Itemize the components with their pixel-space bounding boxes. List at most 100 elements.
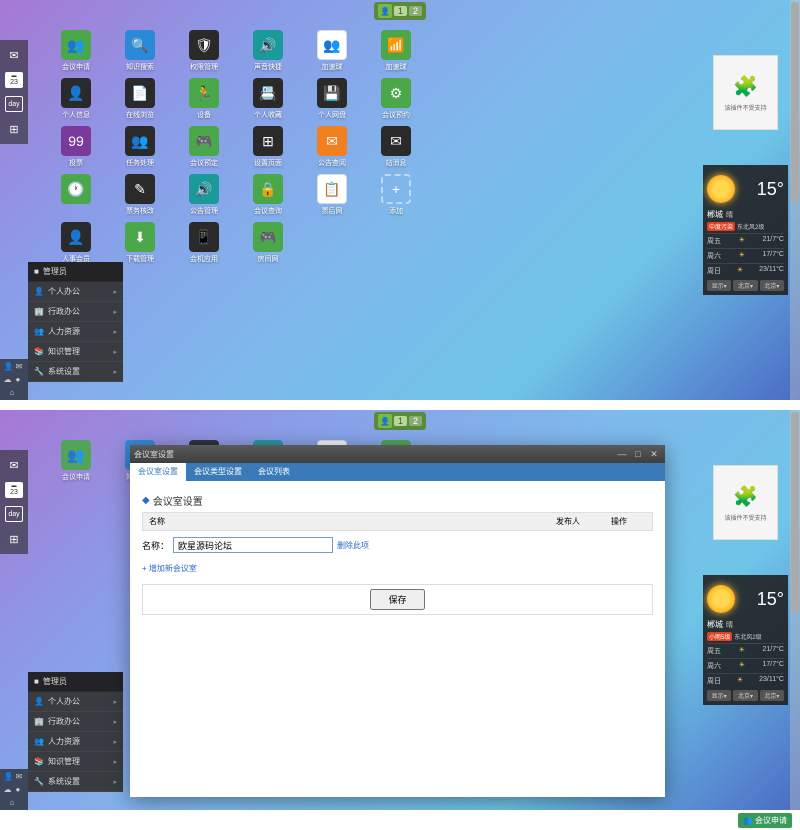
app-item[interactable]: 📶加速球 (370, 30, 422, 72)
mail-icon[interactable]: ✉ (5, 456, 23, 474)
add-room-link[interactable]: + 增加新会议室 (142, 559, 653, 578)
mail-mini-icon[interactable]: ✉ (16, 772, 25, 781)
app-item[interactable]: ✉公告查阅 (306, 126, 358, 168)
app-item[interactable]: 👥会议申请 (50, 440, 102, 482)
tab-meeting-list[interactable]: 会议列表 (250, 463, 298, 481)
tab-room-settings[interactable]: 会议室设置 (130, 463, 186, 481)
chevron-right-icon: ▸ (113, 718, 117, 726)
app-item[interactable]: 🎮房间网 (242, 222, 294, 264)
pager-page-2[interactable]: 2 (409, 6, 422, 16)
grid-add-icon[interactable]: ⊞ (5, 120, 23, 138)
app-item[interactable]: 📇个人收藏 (242, 78, 294, 120)
app-item[interactable]: 🔍 知识搜索 (114, 30, 166, 72)
pager-icon[interactable]: 👤 (378, 4, 392, 18)
app-item[interactable]: ⬇下载管理 (114, 222, 166, 264)
menu-header[interactable]: ■管理员 (28, 672, 123, 692)
user-mini-icon[interactable]: 👤 (4, 772, 13, 781)
menu-item[interactable]: 🏢行政办公▸ (28, 302, 123, 322)
app-item[interactable]: 💾个人网盘 (306, 78, 358, 120)
minimize-button[interactable]: — (615, 448, 629, 460)
home-icon[interactable]: ⌂ (10, 798, 19, 807)
app-item[interactable]: 🔊声音快捷 (242, 30, 294, 72)
weather-select[interactable]: 显示▾ (707, 690, 731, 701)
footer-badge[interactable]: 👥会议申请 (738, 813, 792, 828)
app-item[interactable]: ✉站消息 (370, 126, 422, 168)
weather-widget[interactable]: 15° 郴城 晴 中度污染 东北风2级 周五☀21/7°C周六☀17/7°C周日… (703, 165, 788, 295)
page-footer: 👥会议申请 (0, 810, 800, 830)
maximize-button[interactable]: □ (631, 448, 645, 460)
calendar-day: 23 (10, 79, 18, 86)
app-item[interactable]: 📄在线浏览 (114, 78, 166, 120)
app-item[interactable]: 🔊公告管理 (178, 174, 230, 216)
app-item[interactable]: 🔒会议查询 (242, 174, 294, 216)
scrollbar-thumb[interactable] (791, 412, 799, 612)
app-item[interactable]: ⊞设置页面 (242, 126, 294, 168)
weather-select[interactable]: 显示▾ (707, 280, 731, 291)
app-item[interactable]: 🕐 (50, 174, 102, 216)
app-item[interactable]: 99投票 (50, 126, 102, 168)
app-label: 知识搜索 (126, 62, 154, 72)
app-item[interactable]: +添加 (370, 174, 422, 216)
app-item[interactable]: 🏃设备 (178, 78, 230, 120)
section-title: ◆会议室设置 (142, 489, 653, 512)
user-mini-icon[interactable]: 👤 (4, 362, 13, 371)
cloud-mini-icon[interactable]: ☁ (4, 785, 13, 794)
app-item[interactable]: 🛡权限管理 (178, 30, 230, 72)
menu-item[interactable]: 📚知识管理▸ (28, 342, 123, 362)
pager-page-1[interactable]: 1 (394, 6, 407, 16)
weather-select[interactable]: 北京▾ (733, 280, 757, 291)
grid-add-icon[interactable]: ⊞ (5, 530, 23, 548)
scrollbar-thumb[interactable] (791, 2, 799, 202)
menu-item[interactable]: 🔧系统设置▸ (28, 362, 123, 382)
scrollbar[interactable] (790, 0, 800, 400)
calendar-icon[interactable]: ▬23 (5, 482, 23, 498)
weather-select[interactable]: 北京▾ (760, 690, 784, 701)
calendar-icon[interactable]: ▬23 (5, 72, 23, 88)
app-item[interactable]: 👥加速球 (306, 30, 358, 72)
app-item[interactable]: 📋票后网 (306, 174, 358, 216)
save-button[interactable]: 保存 (370, 589, 424, 610)
menu-item[interactable]: 📚知识管理▸ (28, 752, 123, 772)
app-item[interactable]: 👥任务处理 (114, 126, 166, 168)
menu-item[interactable]: 👥人力资源▸ (28, 322, 123, 342)
weather-select[interactable]: 北京▾ (733, 690, 757, 701)
app-icon: 🔍 (125, 30, 155, 60)
app-item[interactable]: 👥会议申请 (50, 30, 102, 72)
tab-type-settings[interactable]: 会议类型设置 (186, 463, 250, 481)
pollution-badge: 小雨5级 (707, 632, 732, 641)
menu-item[interactable]: 👤个人办公▸ (28, 692, 123, 712)
pager-icon[interactable]: 👤 (378, 414, 392, 428)
menu-item[interactable]: 👤个人办公▸ (28, 282, 123, 302)
room-name-input[interactable] (173, 537, 333, 553)
window-titlebar[interactable]: 会议室设置 — □ ✕ (130, 445, 665, 463)
weather-widget[interactable]: 15° 郴城 晴 小雨5级 东北风2级 周五☀21/7°C周六☀17/7°C周日… (703, 575, 788, 705)
delete-link[interactable]: 删除此项 (337, 540, 369, 551)
mail-icon[interactable]: ✉ (5, 46, 23, 64)
menu-icon: 👤 (34, 697, 44, 706)
dot-mini-icon[interactable]: ● (16, 375, 25, 384)
app-item[interactable]: 👤人事会员 (50, 222, 102, 264)
app-item[interactable]: 👤个人信息 (50, 78, 102, 120)
menu-item[interactable]: 🏢行政办公▸ (28, 712, 123, 732)
menu-item[interactable]: 🔧系统设置▸ (28, 772, 123, 792)
app-item[interactable]: 📱会机应用 (178, 222, 230, 264)
menu-item[interactable]: 👥人力资源▸ (28, 732, 123, 752)
mail-mini-icon[interactable]: ✉ (16, 362, 25, 371)
day-icon[interactable]: day (5, 96, 23, 112)
pager-page-2[interactable]: 2 (409, 416, 422, 426)
app-item[interactable]: ⚙会议预约 (370, 78, 422, 120)
menu-label: 行政办公 (48, 306, 80, 317)
scrollbar[interactable] (790, 410, 800, 810)
app-item[interactable]: ✎票务核改 (114, 174, 166, 216)
close-button[interactable]: ✕ (647, 448, 661, 460)
app-icon: ⊞ (253, 126, 283, 156)
app-item[interactable]: 🎮会议预定 (178, 126, 230, 168)
home-icon[interactable]: ⌂ (10, 388, 19, 397)
dot-mini-icon[interactable]: ● (16, 785, 25, 794)
weather-select[interactable]: 北京▾ (760, 280, 784, 291)
day-icon[interactable]: day (5, 506, 23, 522)
th-action: 操作 (611, 516, 646, 527)
pager-page-1[interactable]: 1 (394, 416, 407, 426)
cloud-mini-icon[interactable]: ☁ (4, 375, 13, 384)
menu-header[interactable]: ■管理员 (28, 262, 123, 282)
